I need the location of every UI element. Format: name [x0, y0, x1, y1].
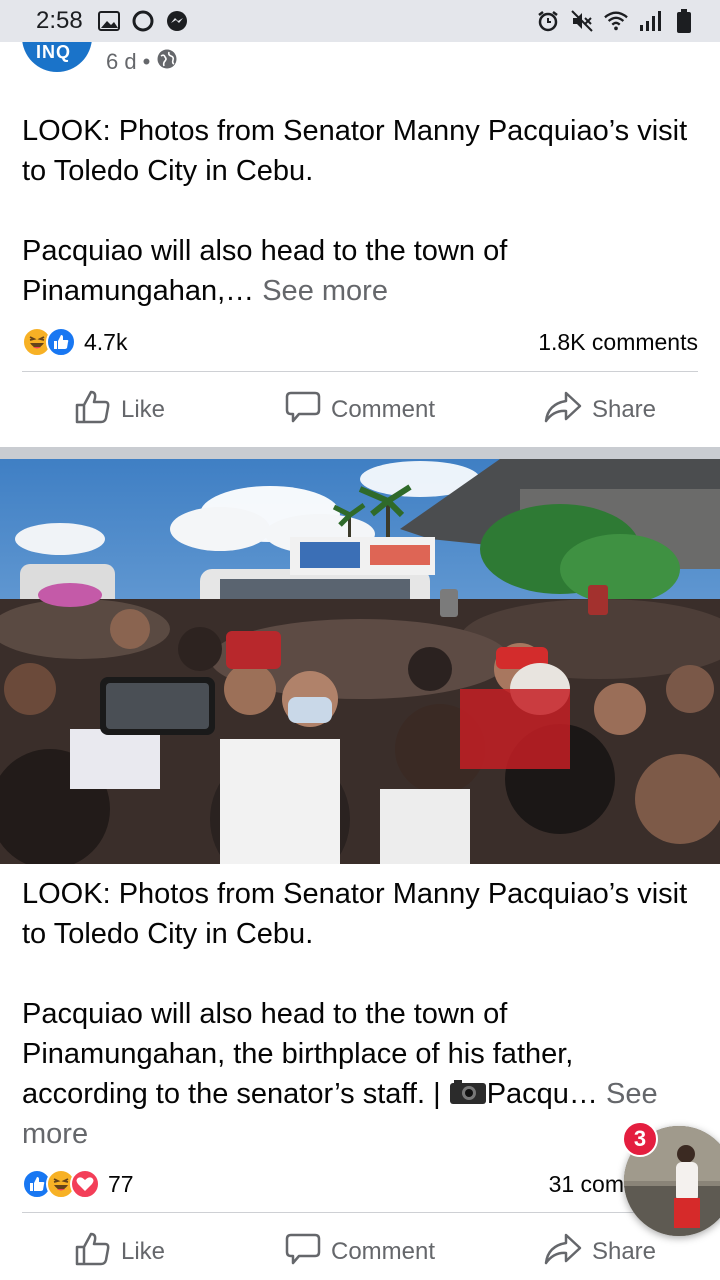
chat-bubble-icon: [131, 9, 155, 33]
like-icon: [46, 327, 76, 357]
avatar-text: INQ: [36, 42, 72, 62]
comment-label: Comment: [330, 396, 436, 423]
post-text-para1: LOOK: Photos from Senator Manny Pacquiao…: [22, 878, 688, 950]
post-separator: [0, 447, 720, 459]
comments-count[interactable]: 1.8K comments: [538, 329, 698, 356]
image-icon: [97, 9, 121, 33]
share-label: Share: [591, 1238, 657, 1265]
share-button[interactable]: Share: [480, 1232, 720, 1273]
reaction-icons[interactable]: [22, 327, 76, 357]
post-time[interactable]: 6 d: [106, 49, 137, 75]
divider: [22, 371, 698, 372]
post-text-para2: Pacquiao will also head to the town of P…: [22, 231, 698, 311]
reactions-row: 77 31 com: [22, 1164, 698, 1204]
comment-icon: [285, 390, 321, 431]
signal-icon: [638, 9, 662, 33]
post-header: INQ 6 d •: [0, 42, 720, 82]
reaction-icons[interactable]: [22, 1169, 100, 1199]
like-label: Like: [120, 396, 166, 423]
like-button[interactable]: Like: [0, 390, 240, 431]
post-text-para1: LOOK: Photos from Senator Manny Pacquiao…: [22, 115, 688, 187]
mute-icon: [570, 9, 594, 33]
thumbs-up-icon: [75, 1232, 111, 1273]
like-button[interactable]: Like: [0, 1232, 240, 1273]
post-text-truncated: Pacqu…: [486, 1078, 598, 1110]
reactions-row: 4.7k 1.8K comments: [22, 322, 698, 362]
status-time: 2:58: [36, 7, 83, 34]
comment-label: Comment: [330, 1238, 436, 1265]
post-actions: Like Comment Share: [0, 1222, 720, 1280]
post-text: LOOK: Photos from Senator Manny Pacquiao…: [22, 111, 698, 311]
alarm-icon: [536, 9, 560, 33]
camera-emoji: [449, 1076, 487, 1104]
post-text-para2: Pacquiao will also head to the town of P…: [22, 994, 698, 1154]
reactions-count[interactable]: 4.7k: [84, 329, 127, 356]
post-photo[interactable]: [0, 459, 720, 864]
page-avatar[interactable]: INQ: [22, 42, 92, 72]
unread-badge: 3: [622, 1121, 658, 1157]
see-more-link[interactable]: See more: [262, 275, 388, 307]
comments-count[interactable]: 31 com: [549, 1171, 624, 1198]
status-bar: 2:58: [0, 0, 720, 42]
messenger-icon: [165, 9, 189, 33]
comment-icon: [285, 1232, 321, 1273]
meta-dot: •: [142, 49, 151, 74]
divider: [22, 1212, 698, 1213]
post-actions: Like Comment Share: [0, 380, 720, 440]
comment-button[interactable]: Comment: [240, 390, 480, 431]
post-text: LOOK: Photos from Senator Manny Pacquiao…: [22, 874, 698, 1154]
thumbs-up-icon: [75, 390, 111, 431]
post-meta: 6 d •: [106, 48, 178, 76]
like-label: Like: [120, 1238, 166, 1265]
share-arrow-icon: [544, 1232, 582, 1273]
love-icon: [70, 1169, 100, 1199]
battery-icon: [672, 9, 696, 33]
crowd-photo-image: [0, 459, 720, 864]
wifi-icon: [604, 9, 628, 33]
share-label: Share: [591, 396, 657, 423]
comment-button[interactable]: Comment: [240, 1232, 480, 1273]
globe-icon: [156, 48, 178, 76]
share-button[interactable]: Share: [480, 390, 720, 431]
share-arrow-icon: [544, 390, 582, 431]
reactions-count[interactable]: 77: [108, 1171, 134, 1198]
